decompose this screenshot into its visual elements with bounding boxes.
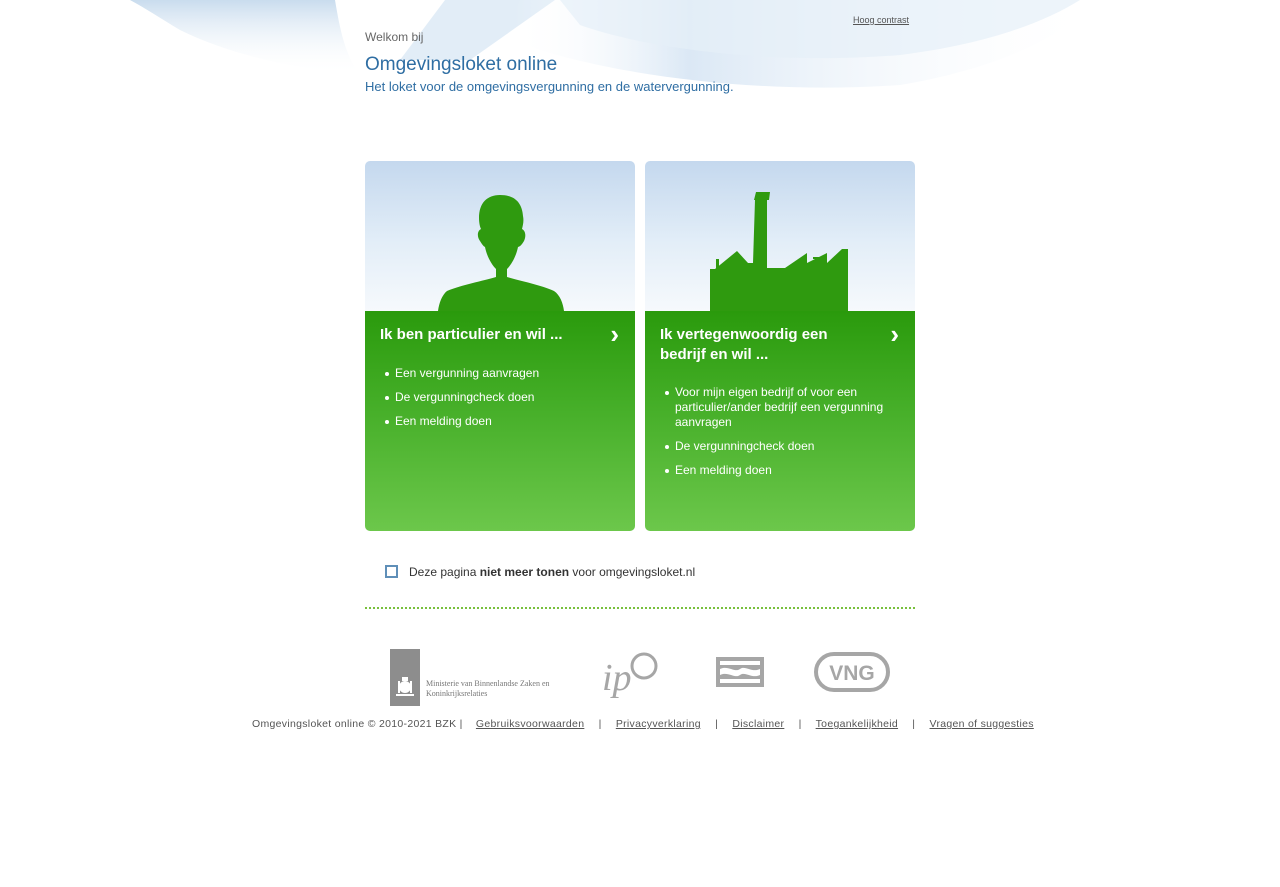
card-particulier-heading[interactable]: Ik ben particulier en wil ... <box>380 325 585 345</box>
ministry-bzk-logo[interactable]: Ministerie van Binnenlandse Zaken en Kon… <box>390 649 565 707</box>
svg-text:ip: ip <box>602 657 632 699</box>
footer-link-vragen-of-suggesties[interactable]: Vragen of suggesties <box>930 718 1034 730</box>
chevron-right-icon[interactable]: › <box>890 319 899 349</box>
bullet-icon <box>385 372 389 376</box>
hide-page-checkbox[interactable] <box>385 565 398 578</box>
card-bedrijf-image <box>645 161 915 311</box>
card-bedrijf-list: Voor mijn eigen bedrijf of voor een part… <box>660 385 895 487</box>
list-item[interactable]: De vergunningcheck doen <box>380 390 615 405</box>
card-bedrijf[interactable]: Ik vertegenwoordig een bedrijf en wil ..… <box>645 161 915 531</box>
factory-silhouette-icon <box>710 192 848 311</box>
vng-logo[interactable]: VNG <box>813 651 891 693</box>
footer-separator: | <box>912 718 916 730</box>
page-subtitle: Het loket voor de omgevingsvergunning en… <box>365 79 734 94</box>
card-particulier[interactable]: Ik ben particulier en wil ... › Een verg… <box>365 161 635 531</box>
footer-link-toegankelijkheid[interactable]: Toegankelijkheid <box>816 718 898 730</box>
footer-separator: | <box>798 718 802 730</box>
list-item[interactable]: Een melding doen <box>660 463 895 478</box>
footer-separator: | <box>598 718 602 730</box>
ipo-logo[interactable]: ip <box>598 648 662 700</box>
card-particulier-list: Een vergunning aanvragen De vergunningch… <box>380 366 615 438</box>
list-item-label: De vergunningcheck doen <box>395 390 535 404</box>
card-particulier-image <box>365 161 635 311</box>
welcome-text: Welkom bij <box>365 30 424 44</box>
list-item-label: Een vergunning aanvragen <box>395 366 540 380</box>
svg-text:Ministerie van Binnenlandse Za: Ministerie van Binnenlandse Zaken en <box>426 679 550 688</box>
dotted-divider <box>365 607 915 609</box>
unie-van-waterschappen-logo[interactable] <box>713 655 767 689</box>
high-contrast-link[interactable]: Hoog contrast <box>853 15 909 25</box>
bullet-icon <box>665 469 669 473</box>
person-silhouette-icon <box>438 195 564 311</box>
footer-link-disclaimer[interactable]: Disclaimer <box>732 718 784 730</box>
bullet-icon <box>385 420 389 424</box>
list-item-label: De vergunningcheck doen <box>675 439 815 453</box>
list-item-label: Een melding doen <box>675 463 772 477</box>
chevron-right-icon[interactable]: › <box>610 319 619 349</box>
svg-text:VNG: VNG <box>829 662 875 685</box>
footer: Omgevingsloket online © 2010-2021 BZK | … <box>252 718 1034 730</box>
footer-link-privacyverklaring[interactable]: Privacyverklaring <box>616 718 701 730</box>
bullet-icon <box>665 391 669 395</box>
copyright-text: Omgevingsloket online © 2010-2021 BZK | <box>252 718 463 730</box>
card-bedrijf-heading[interactable]: Ik vertegenwoordig een bedrijf en wil ..… <box>660 325 865 365</box>
bullet-icon <box>665 445 669 449</box>
header-background-swoosh <box>130 0 1100 88</box>
list-item-label: Voor mijn eigen bedrijf of voor een part… <box>675 385 884 429</box>
footer-link-gebruiksvoorwaarden[interactable]: Gebruiksvoorwaarden <box>476 718 584 730</box>
list-item-label: Een melding doen <box>395 414 492 428</box>
hide-page-label[interactable]: Deze pagina niet meer tonen voor omgevin… <box>409 565 695 579</box>
bullet-icon <box>385 396 389 400</box>
list-item[interactable]: Voor mijn eigen bedrijf of voor een part… <box>660 385 895 430</box>
svg-text:Koninkrijksrelaties: Koninkrijksrelaties <box>426 689 487 698</box>
list-item[interactable]: Een vergunning aanvragen <box>380 366 615 381</box>
page-title: Omgevingsloket online <box>365 54 558 75</box>
list-item[interactable]: Een melding doen <box>380 414 615 429</box>
list-item[interactable]: De vergunningcheck doen <box>660 439 895 454</box>
footer-separator: | <box>715 718 719 730</box>
